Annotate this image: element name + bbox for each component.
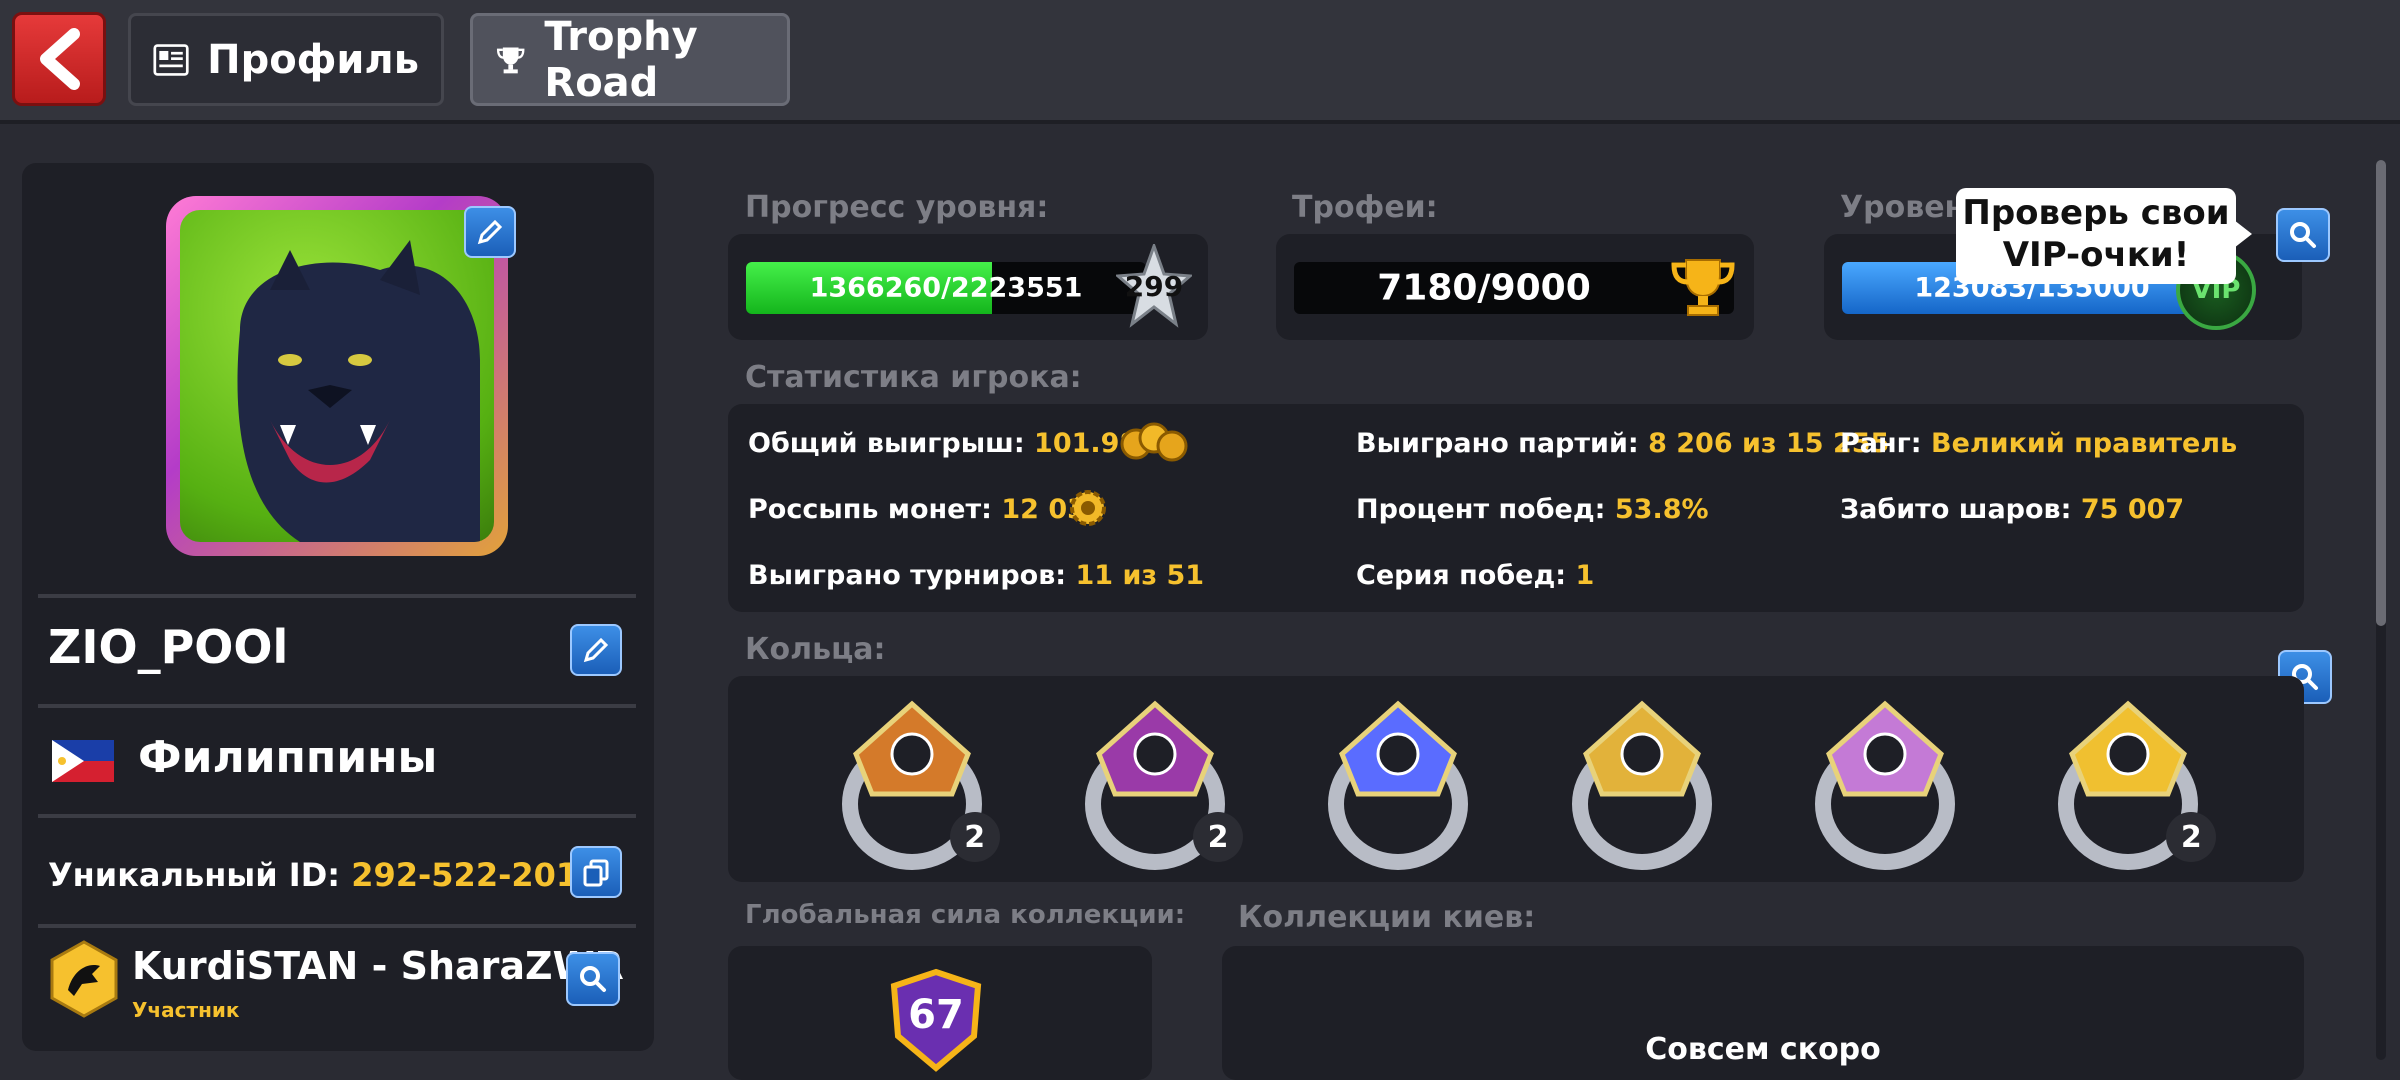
coin-icon: [1068, 488, 1108, 532]
divider: [38, 814, 636, 818]
divider: [38, 924, 636, 928]
copy-id-button[interactable]: [570, 846, 622, 898]
level-progress-label: Прогресс уровня:: [745, 190, 1049, 225]
stat-coin-scatter: Россыпь монет: 12 038: [748, 494, 1105, 525]
coins-stack-icon: [1120, 420, 1188, 470]
level-number: 299: [1124, 270, 1184, 303]
edit-name-button[interactable]: [570, 624, 622, 676]
vip-tooltip-line2: VIP-очки!: [2002, 235, 2190, 275]
collection-power-label: Глобальная сила коллекции:: [745, 900, 1186, 930]
cue-collections-label: Коллекции киев:: [1238, 900, 1536, 935]
id-card-icon: [153, 43, 189, 76]
ring-item[interactable]: [1805, 684, 1965, 874]
ring-item[interactable]: [1562, 684, 1722, 874]
ring-item[interactable]: [1318, 684, 1478, 874]
tooltip-arrow: [2234, 220, 2252, 248]
vip-tooltip: Проверь свои VIP-очки!: [1956, 188, 2236, 284]
unique-id-label: Уникальный ID:: [48, 856, 341, 894]
ring-icon: [1571, 700, 1712, 870]
search-icon: [580, 966, 606, 992]
country-name: Филиппины: [138, 732, 438, 783]
stat-win-percent: Процент побед: 53.8%: [1356, 494, 1709, 525]
unique-id: Уникальный ID: 292-522-201-9: [48, 856, 614, 894]
level-progress-text: 1366260/2223551: [809, 272, 1083, 304]
vip-tooltip-line1: Проверь свои: [1962, 193, 2230, 233]
stat-tournaments: Выиграно турниров: 11 из 51: [748, 560, 1205, 591]
stat-win-streak: Серия побед: 1: [1356, 560, 1595, 591]
scrollbar-thumb[interactable]: [2376, 160, 2386, 626]
back-button[interactable]: [12, 12, 106, 106]
ring-icon: [1815, 700, 1955, 870]
stat-rank: Ранг: Великий правитель: [1840, 428, 2238, 459]
ring-icon: [1328, 700, 1469, 870]
tab-profile[interactable]: Профиль: [128, 13, 444, 106]
stat-balls-potted: Забито шаров: 75 007: [1840, 494, 2185, 525]
pencil-icon: [477, 219, 503, 245]
level-star-badge: 299: [1116, 244, 1192, 328]
ring-count: 2: [1193, 812, 1243, 862]
pencil-icon: [583, 637, 609, 663]
ring-count: 2: [949, 812, 1000, 862]
rings-label: Кольца:: [745, 632, 886, 667]
collection-power-value: 67: [908, 992, 964, 1038]
panther-avatar-icon: [237, 240, 480, 542]
ring-item[interactable]: 2: [832, 684, 1000, 874]
philippines-flag-icon: [52, 740, 114, 782]
ring-item[interactable]: 2: [2048, 684, 2217, 874]
copy-icon: [583, 859, 609, 887]
vip-search-button[interactable]: [2276, 208, 2330, 262]
player-name: ZIO_POOl: [48, 620, 289, 674]
trophy-icon: [496, 46, 525, 73]
chevron-left-icon: [40, 28, 80, 90]
trophies-value: 7180/9000: [1377, 267, 1591, 309]
stat-total-win: Общий выигрыш: 101.98B: [748, 428, 1159, 459]
trophies-bar: 7180/9000: [1294, 262, 1734, 314]
avatar: [166, 196, 508, 556]
club-emblem-icon: [48, 940, 120, 1018]
club-name: KurdiSTAN - SharaZWR: [132, 944, 624, 988]
tab-trophy-road[interactable]: Trophy Road: [470, 13, 790, 106]
cue-collections-coming-soon: Совсем скоро: [1645, 1032, 1881, 1067]
edit-avatar-button[interactable]: [464, 206, 516, 258]
divider: [38, 704, 636, 708]
player-stats-label: Статистика игрока:: [745, 360, 1082, 395]
ring-item[interactable]: 2: [1075, 684, 1243, 874]
level-progress-bar: 1366260/2223551: [746, 262, 1146, 314]
tab-trophy-label: Trophy Road: [544, 13, 698, 106]
search-icon: [2290, 222, 2316, 248]
ring-count: 2: [2166, 812, 2217, 862]
gold-trophy-icon: [1670, 256, 1736, 322]
divider: [38, 594, 636, 598]
collection-power-badge: 67: [888, 968, 984, 1072]
tab-profile-label: Профиль: [207, 36, 419, 83]
club-role: Участник: [132, 998, 240, 1022]
club-search-button[interactable]: [566, 952, 620, 1006]
rings-row: 2 2 2: [790, 684, 2250, 874]
stat-games-won: Выиграно партий: 8 206 из 15 255: [1356, 428, 1890, 459]
trophies-label: Трофеи:: [1292, 190, 1438, 225]
